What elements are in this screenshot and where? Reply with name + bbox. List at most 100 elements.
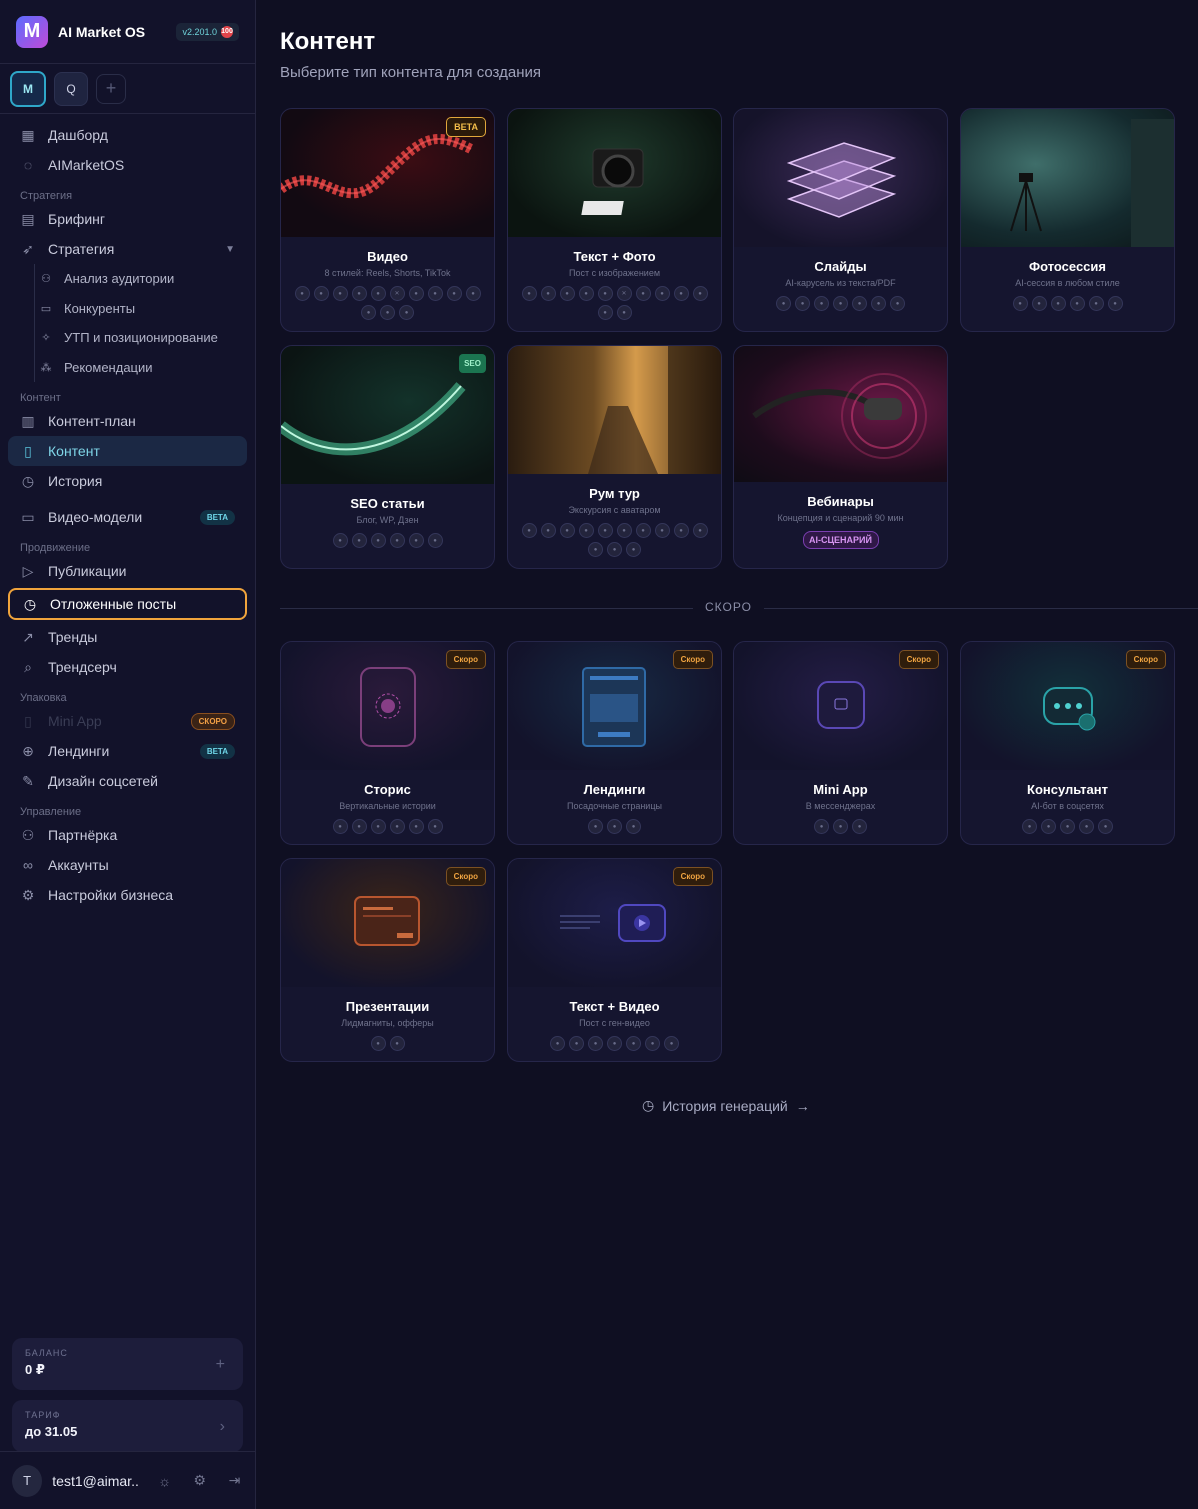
logout-icon[interactable]: ⇥ [225,1472,244,1489]
history-link[interactable]: ◷ История генераций → [642,1097,810,1114]
share-icon: ⁂ [40,361,52,374]
nav-content-plan[interactable]: ▥ Контент-план [8,406,247,436]
social-icon: ● [427,286,443,301]
card-room-tour[interactable]: Рум тур Экскурсия с аватаром ● ● ● ● ● ● ● ● ● ● ●… [507,345,722,569]
card-title: Сторис [364,782,411,797]
card-presentations[interactable]: Скоро Презентации Лидмагниты, офферы ● ● [280,858,495,1062]
social-icon: ● [814,296,829,311]
nav-history[interactable]: ◷ История [8,466,247,496]
social-icon: ● [370,819,386,834]
card-slides[interactable]: Слайды AI-карусель из текста/PDF ● ● ● ● ● ● ● [733,108,948,332]
social-icon: ● [664,1036,679,1051]
social-icon: ● [833,819,848,834]
card-landings[interactable]: Скоро Лендинги Посадочные страницы ● ● ● [507,641,722,845]
link-icon: ∞ [23,857,33,873]
nav-landings[interactable]: ⊕ Лендинги BETA [8,736,247,766]
social-icon: ● [814,819,829,834]
nav-aimarketos[interactable]: ◌ AIMarketOS [8,150,247,180]
nav-recommendations[interactable]: ⁂ Рекомендации [8,353,247,383]
card-seo-articles[interactable]: SEO SEO статьи Блог, WP, Дзен ● ● ● ● ● ● [280,345,495,569]
card-title: SEO статьи [350,496,425,511]
nav-video-models[interactable]: ▭ Видео-модели BETA [8,502,247,532]
nav-label: Видео-модели [48,509,143,525]
social-icon: ● [1050,296,1066,311]
social-icon: ● [673,286,689,301]
brand-header: M AI Market OS v2.201.0 100 [0,0,255,64]
social-icon: ● [294,286,310,301]
nav-business-settings[interactable]: ⚙ Настройки бизнеса [8,880,247,910]
card-consultant[interactable]: Скоро Консультант AI-бот в соцсетях ● ● ● ●… [960,641,1175,845]
arrow-right-icon: → [795,1097,810,1114]
nav-strategy[interactable]: ➶ Стратегия ▼ [8,234,247,264]
social-icon: ● [871,296,886,311]
social-icons: ● ● ● ● ● ● ● [743,296,939,311]
social-icon: ● [408,286,424,301]
sparkle-icon: ✧ [41,332,51,345]
soon-badge: Скоро [672,650,713,669]
social-icon: ● [1069,296,1085,311]
phone-icon: ▯ [24,712,32,729]
card-webinars[interactable]: Вебинары Концепция и сценарий 90 мин AI-… [733,345,948,569]
tariff-card[interactable]: ТАРИФ до 31.05 › [12,1400,243,1452]
card-mini-app[interactable]: Скоро Mini App В мессенджерах ● ● ● [733,641,948,845]
social-icon: ● [616,305,632,320]
soon-badge: Скоро [898,650,939,669]
card-desc: AI-карусель из текста/PDF [785,278,896,288]
nav-trends[interactable]: ↗ Тренды [8,622,247,652]
gear-icon[interactable]: ⚙ [190,1472,209,1489]
nav-partner[interactable]: ⚇ Партнёрка [8,820,247,850]
nav-social-design[interactable]: ✎ Дизайн соцсетей [8,766,247,796]
app-logo[interactable]: M [16,15,48,48]
nav-competitors[interactable]: ▭ Конкуренты [8,294,247,324]
corridor-image [588,346,721,474]
card-desc: Экскурсия с аватаром [568,505,661,515]
nav-label: AIMarketOS [48,157,125,173]
nav-trendsearch[interactable]: ⌕ Трендсерч [8,652,247,682]
users-icon: ⚇ [21,826,35,843]
microphone-image [752,373,927,459]
video-camera-icon: ▭ [21,508,35,525]
nav-scheduled-posts[interactable]: ◷ Отложенные посты [8,588,247,620]
card-title: Рум тур [589,486,640,501]
chevron-right-icon: › [219,1418,225,1435]
card-desc: Вертикальные истории [339,801,436,811]
nav-briefing[interactable]: ▤ Брифинг [8,204,247,234]
nav-usp[interactable]: ✧ УТП и позиционирование [8,323,247,353]
nav-accounts[interactable]: ∞ Аккаунты [8,850,247,880]
beta-tag: BETA [199,743,235,759]
nav-publications[interactable]: ▷ Публикации [8,556,247,586]
social-icon: ● [645,1036,660,1051]
nav-dashboard[interactable]: ▦ Дашборд [8,120,247,150]
beta-tag: BETA [199,509,235,525]
card-text-photo[interactable]: Текст + Фото Пост с изображением ● ● ● ● ● ✕ ●… [507,108,722,332]
social-icons: ● ● ● ● ● [970,819,1166,834]
user-bar: T test1@aimar... ☼ ⚙ ⇥ [0,1451,256,1509]
card-photoshoot[interactable]: Фотосессия AI-сессия в любом стиле ● ● ● ● ●… [960,108,1175,332]
social-icon: ● [654,286,670,301]
card-desc: Пост с изображением [568,268,661,278]
avatar[interactable]: T [12,1464,43,1497]
card-desc: В мессенджерах [805,801,876,811]
workspace-q[interactable]: Q [54,71,88,106]
card-desc: Концепция и сценарий 90 мин [777,513,904,523]
social-icon: ● [408,533,424,548]
card-desc: AI-сессия в любом стиле [1015,278,1120,288]
workspace-m[interactable]: M [10,70,46,107]
card-video[interactable]: BETA Видео 8 стилей: Reels, Shorts, TikT… [280,108,495,332]
document-icon: ▤ [21,210,35,227]
add-workspace-button[interactable]: + [96,73,126,104]
add-balance-icon[interactable]: + [216,1356,225,1374]
card-image [734,346,947,482]
sun-icon[interactable]: ☼ [155,1473,174,1489]
clock-icon: ◷ [21,472,35,489]
card-desc: AI-бот в соцсетях [1031,801,1104,811]
card-stories[interactable]: Скоро Сторис Вертикальные истории ● ● ● ● ● ● [280,641,495,845]
nav-label: Анализ аудитории [64,271,175,287]
card-image: Скоро [961,642,1174,770]
nav-label: УТП и позиционирование [64,330,218,346]
social-icon: ● [626,542,641,557]
nav-audience[interactable]: ⚇ Анализ аудитории [8,264,247,294]
nav-content[interactable]: ▯ Контент [8,436,247,466]
card-text-video[interactable]: Скоро Текст + Видео Пост с ген-видео ● ● ●… [507,858,722,1062]
soon-badge: Скоро [1125,650,1166,669]
